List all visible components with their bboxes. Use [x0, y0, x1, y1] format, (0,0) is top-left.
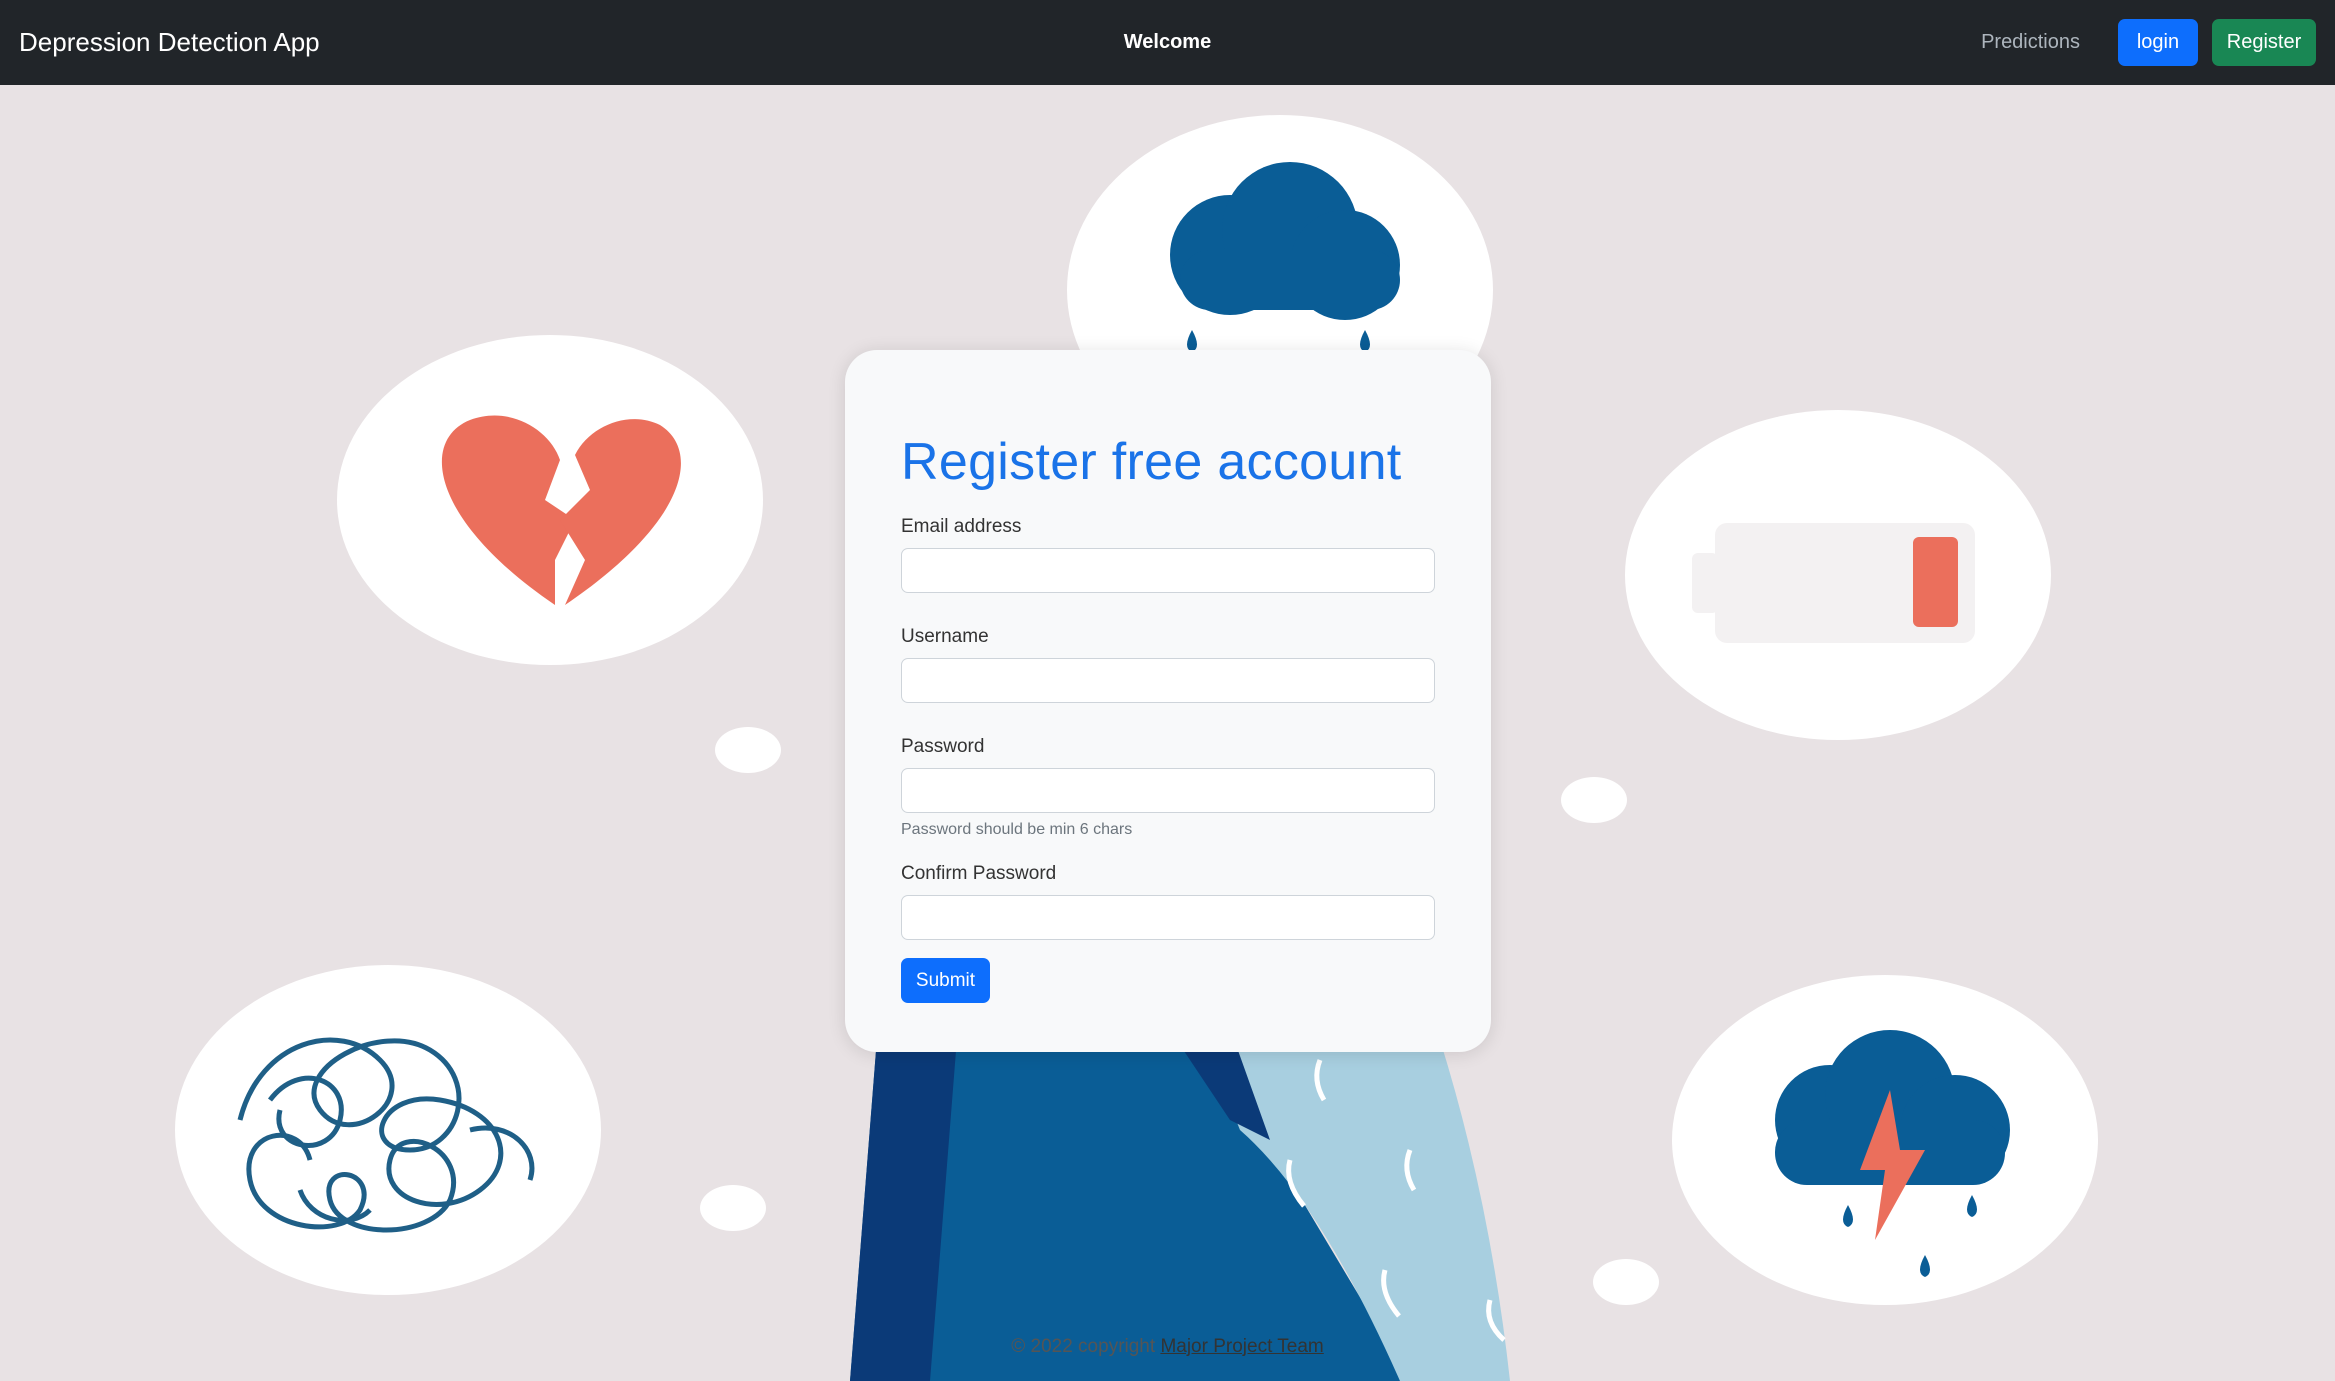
nav-actions: Predictions login Register [1981, 19, 2316, 66]
submit-button[interactable]: Submit [901, 958, 990, 1003]
storm-cloud-icon [1672, 975, 2098, 1305]
confirm-password-label: Confirm Password [901, 863, 1057, 884]
form-title: Register free account [901, 433, 1402, 491]
person-illustration [850, 1000, 1510, 1381]
register-card: Register free account Email address User… [845, 350, 1491, 1052]
email-label: Email address [901, 516, 1022, 537]
nav-welcome[interactable]: Welcome [1124, 31, 1211, 54]
footer-copyright: © 2022 copyright [1011, 1336, 1161, 1357]
login-button[interactable]: login [2118, 19, 2198, 66]
predictions-link[interactable]: Predictions [1981, 31, 2080, 54]
top-navbar: Depression Detection App Welcome Predict… [0, 0, 2335, 85]
broken-heart-icon [337, 335, 763, 665]
username-label: Username [901, 626, 989, 647]
footer-team-link[interactable]: Major Project Team [1160, 1336, 1323, 1357]
tangled-thoughts-icon [175, 965, 601, 1295]
password-label: Password [901, 736, 985, 757]
password-field[interactable] [901, 768, 1435, 813]
confirm-password-field[interactable] [901, 895, 1435, 940]
register-button[interactable]: Register [2212, 19, 2316, 66]
username-field[interactable] [901, 658, 1435, 703]
app-brand[interactable]: Depression Detection App [19, 27, 320, 58]
email-field[interactable] [901, 548, 1435, 593]
low-battery-icon [1625, 410, 2051, 740]
password-help-text: Password should be min 6 chars [901, 821, 1133, 838]
footer: © 2022 copyright Major Project Team [0, 1336, 2335, 1358]
